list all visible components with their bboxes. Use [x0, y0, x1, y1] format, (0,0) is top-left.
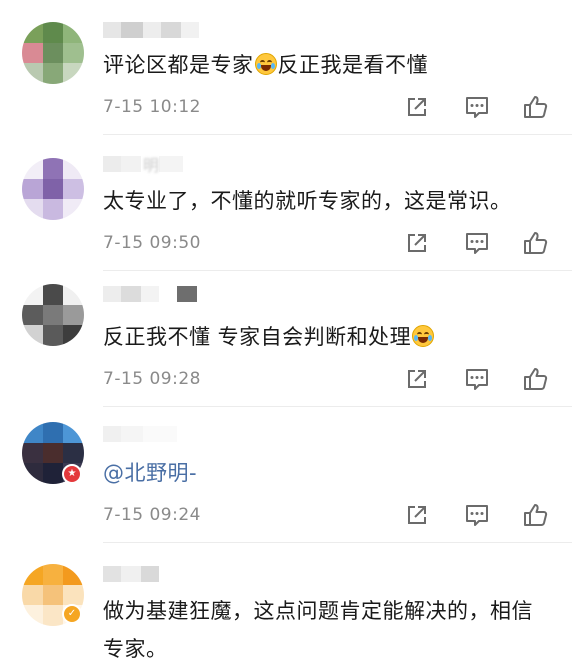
forward-icon [408, 506, 426, 524]
divider [103, 406, 572, 407]
username[interactable] [103, 284, 197, 304]
avatar[interactable] [22, 158, 84, 220]
mention-link[interactable]: @北野明- [103, 454, 554, 492]
like-icon [524, 368, 548, 390]
verified-badge-icon: ✓ [62, 604, 82, 624]
comment-icon [466, 97, 488, 118]
comment-text-part: 反正我不懂 专家自会判断和处理 [103, 325, 412, 349]
forward-icon [408, 234, 426, 252]
comment-actions [400, 229, 560, 257]
like-button[interactable] [522, 501, 550, 529]
like-icon [524, 232, 548, 254]
username[interactable] [103, 424, 177, 444]
like-button[interactable] [522, 365, 550, 393]
like-icon [524, 504, 548, 526]
forward-icon [408, 98, 426, 116]
laughing-crying-emoji-icon [412, 325, 435, 347]
username[interactable] [103, 20, 199, 40]
comment-time: 7-15 10:12 [103, 97, 201, 117]
laughing-crying-emoji-icon [254, 53, 277, 75]
comment-actions [400, 365, 560, 393]
forward-button[interactable] [403, 501, 431, 529]
forward-button[interactable] [403, 365, 431, 393]
comment-text: 太专业了，不懂的就听专家的，这是常识。 [103, 189, 512, 213]
comment-text-part: 反正我是看不懂 [277, 53, 428, 77]
like-icon [524, 96, 548, 118]
avatar[interactable] [22, 284, 84, 346]
divider [103, 542, 572, 543]
username[interactable] [103, 564, 159, 584]
forward-button[interactable] [403, 93, 431, 121]
verified-badge-icon: ★ [62, 464, 82, 484]
forward-button[interactable] [403, 229, 431, 257]
comment-actions [400, 93, 560, 121]
comment-time: 7-15 09:28 [103, 369, 201, 389]
comment-text: 反正我不懂 专家自会判断和处理 [103, 318, 554, 356]
comment-button[interactable] [463, 93, 491, 121]
avatar[interactable] [22, 22, 84, 84]
comment-text: 评论区都是专家 反正我是看不懂 [103, 46, 554, 84]
username[interactable]: 明 [103, 154, 184, 175]
comment-time: 7-15 09:24 [103, 505, 201, 525]
comment-icon [466, 505, 488, 526]
like-button[interactable] [522, 93, 550, 121]
forward-icon [408, 370, 426, 388]
comment-button[interactable] [463, 501, 491, 529]
divider [103, 134, 572, 135]
comment-icon [466, 369, 488, 390]
comment-time: 7-15 09:50 [103, 233, 201, 253]
comment-feed: 评论区都是专家 反正我是看不懂 7-15 10:12 明 太专业了，不懂的就听专… [0, 0, 572, 672]
comment-button[interactable] [463, 365, 491, 393]
like-button[interactable] [522, 229, 550, 257]
comment-button[interactable] [463, 229, 491, 257]
username-text: 明 [143, 156, 160, 175]
comment-icon [466, 233, 488, 254]
comment-text-part: 评论区都是专家 [103, 53, 254, 77]
comment-actions [400, 501, 560, 529]
comment-text: 做为基建狂魔，这点问题肯定能解决的，相信专家。 [103, 599, 533, 661]
divider [103, 270, 572, 271]
